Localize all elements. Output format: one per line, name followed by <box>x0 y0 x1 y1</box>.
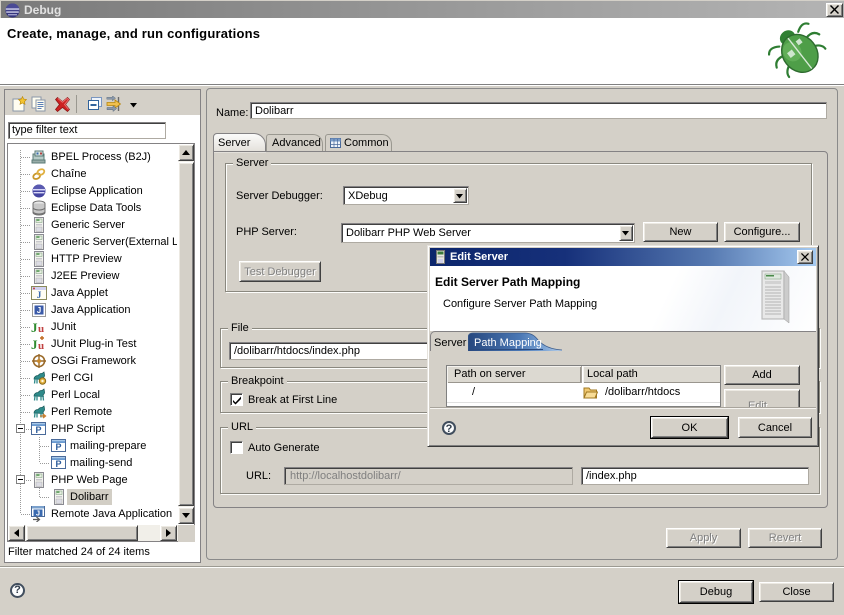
svg-text:J: J <box>37 306 41 315</box>
svg-text:J: J <box>37 291 42 301</box>
